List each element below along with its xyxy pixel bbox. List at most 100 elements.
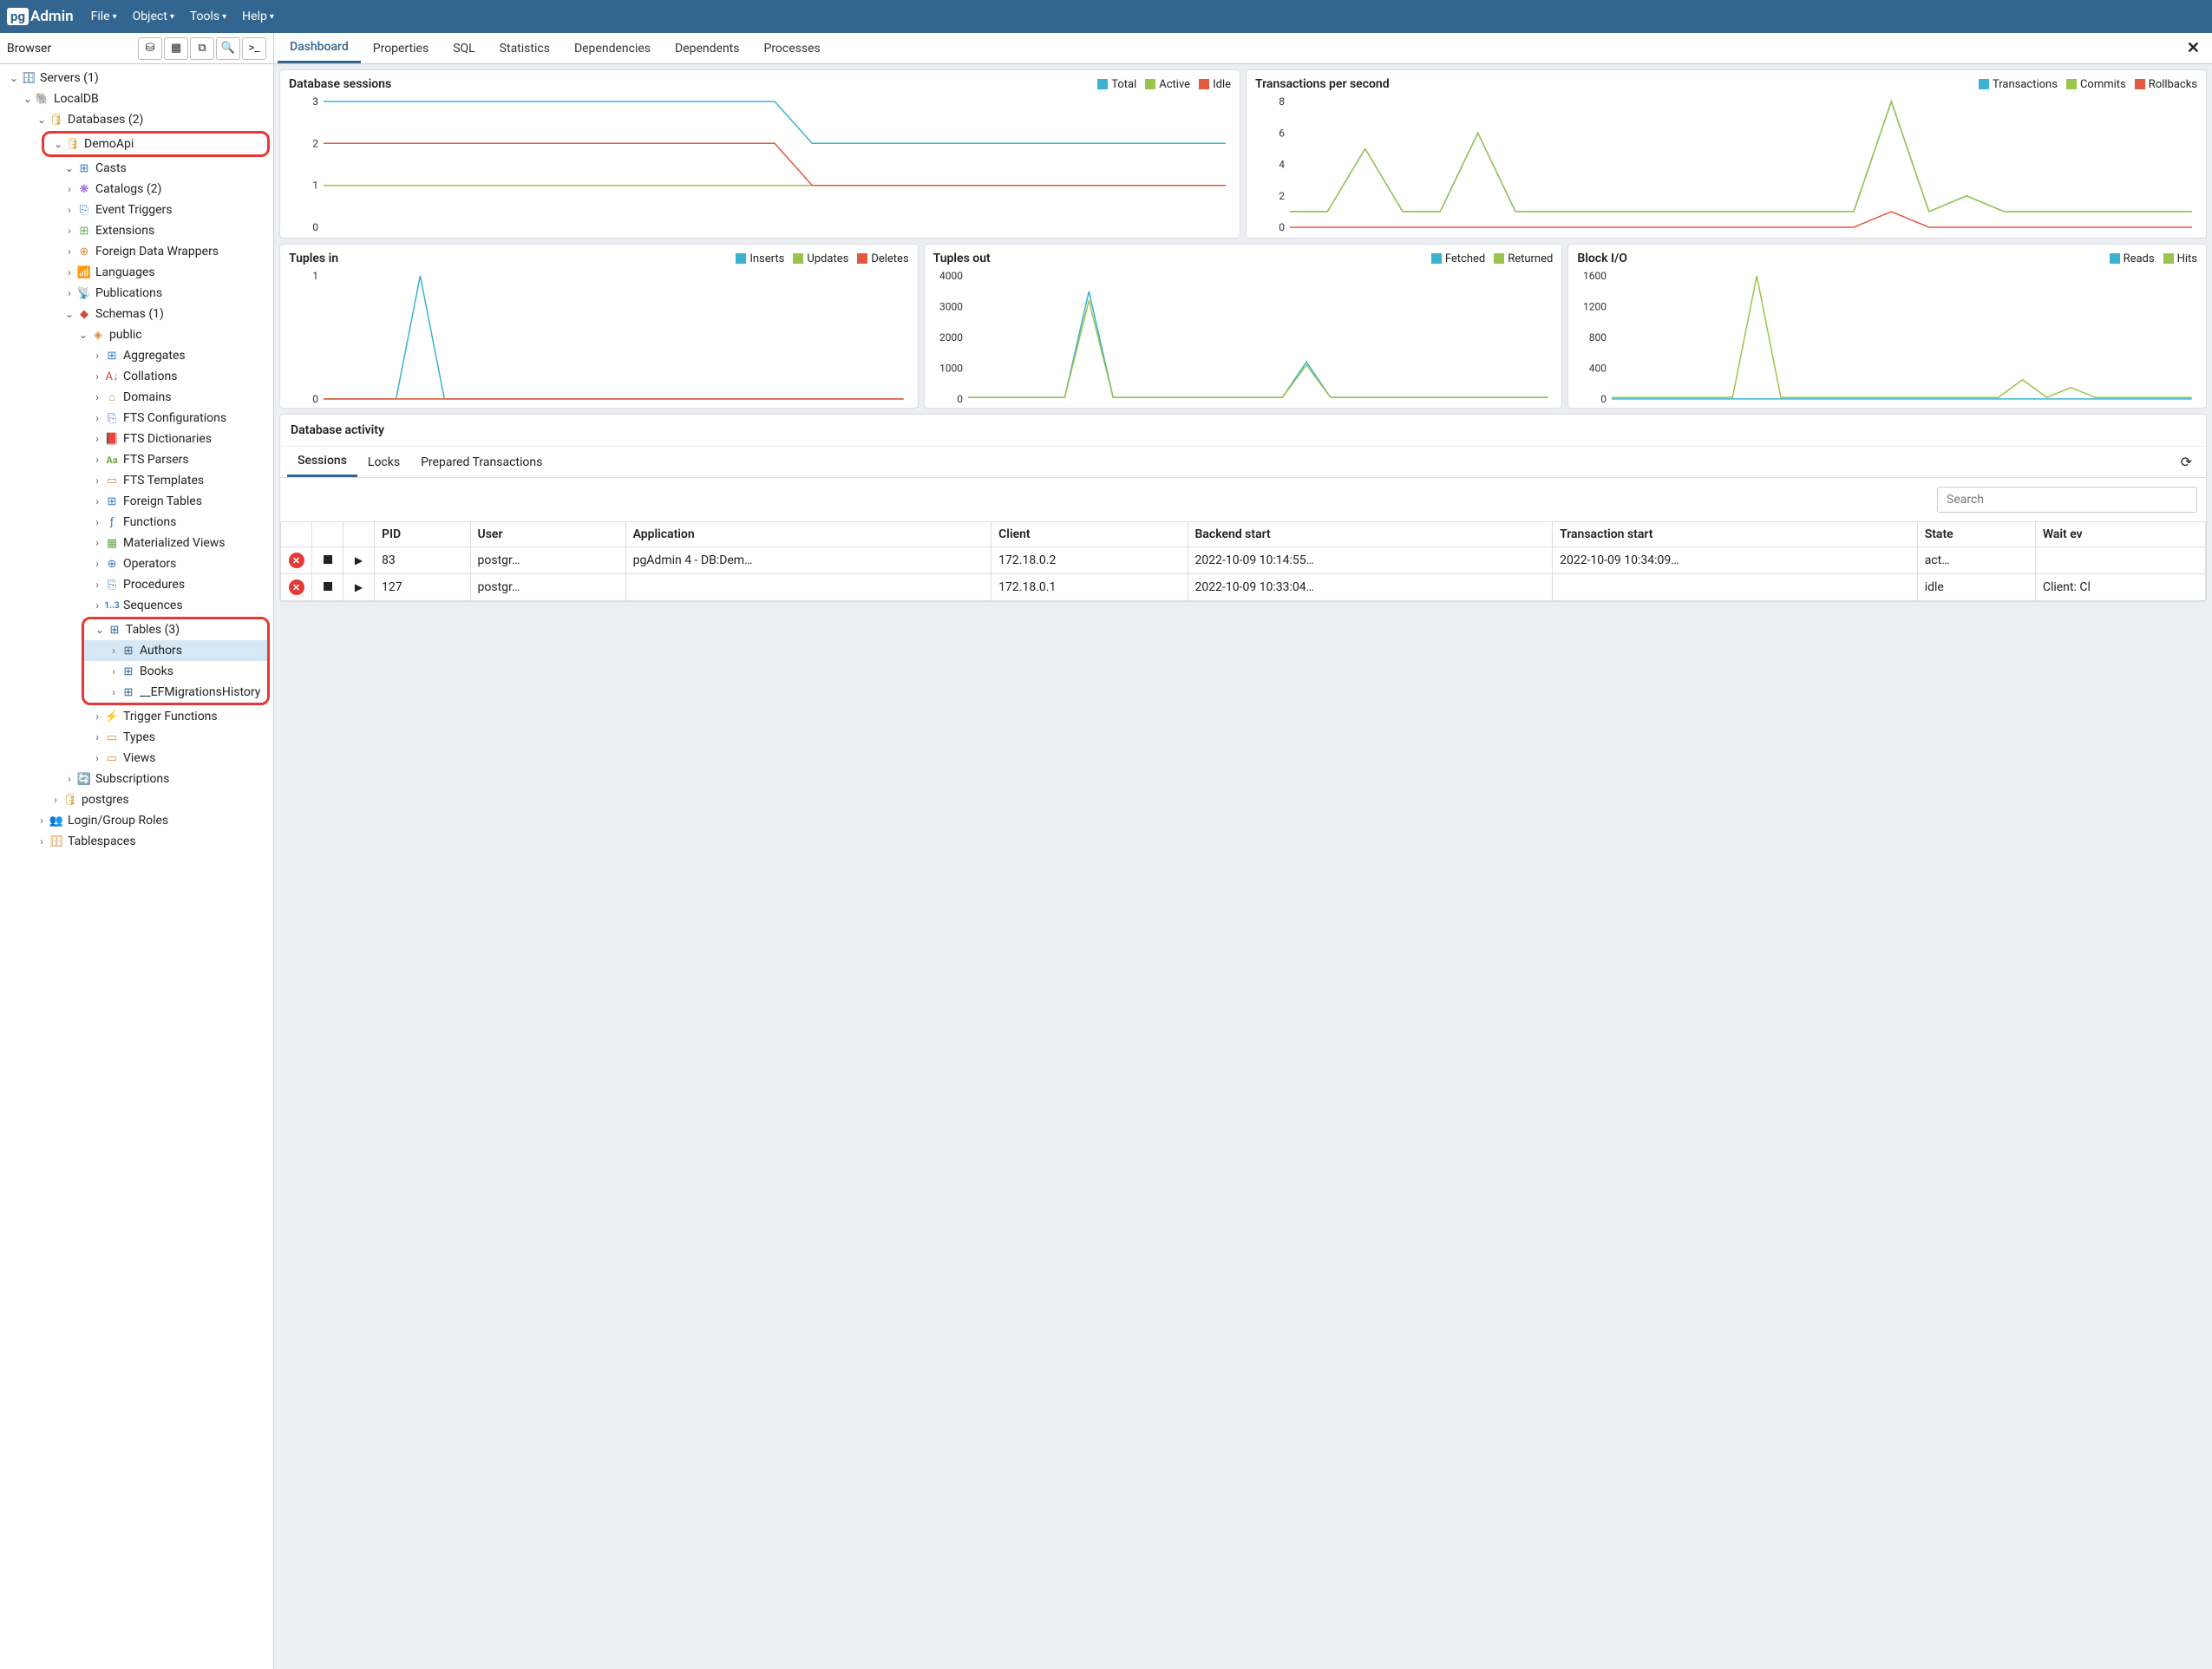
query-tool-button[interactable]: ⛁: [138, 37, 162, 60]
chart-title: Block I/O: [1577, 252, 1627, 265]
tree-catalogs[interactable]: ›❋Catalogs (2): [0, 179, 273, 200]
tablespaces-icon: 🗄: [49, 835, 64, 848]
tree-types[interactable]: ›▭Types: [0, 727, 273, 748]
tree-collations[interactable]: ›A↓Collations: [0, 366, 273, 387]
search-objects-button[interactable]: 🔍: [216, 37, 240, 60]
database-icon: 🛢: [62, 794, 78, 807]
menubar: pg Admin File▾ Object▾ Tools▾ Help▾: [0, 0, 2212, 33]
cell-state: idle: [1917, 574, 2035, 601]
tree-fts-parsers[interactable]: ›AaFTS Parsers: [0, 449, 273, 470]
tab-sql[interactable]: SQL: [441, 35, 487, 62]
svg-text:3: 3: [312, 95, 318, 108]
activity-tab-prepared[interactable]: Prepared Transactions: [410, 448, 553, 476]
tree-foreign-tables[interactable]: ›⊞Foreign Tables: [0, 491, 273, 512]
chart-sessions: Database sessions TotalActiveIdle 0123: [279, 69, 1240, 239]
tree-tables[interactable]: ⌄⊞Tables (3): [84, 619, 267, 640]
collations-icon: A↓: [104, 370, 120, 383]
tree-demoapi[interactable]: ⌄🛢DemoApi: [44, 134, 267, 154]
menu-object[interactable]: Object▾: [133, 10, 174, 23]
chart-tuples-in: Tuples in InsertsUpdatesDeletes 01: [279, 244, 919, 409]
menu-file[interactable]: File▾: [91, 10, 117, 23]
fts-dict-icon: 📕: [104, 433, 120, 446]
tree-extensions[interactable]: ›⊞Extensions: [0, 220, 273, 241]
col-wait[interactable]: Wait ev: [2035, 522, 2205, 547]
tab-properties[interactable]: Properties: [361, 35, 441, 62]
col-state[interactable]: State: [1917, 522, 2035, 547]
functions-icon: ƒ: [104, 516, 120, 529]
tree-event-triggers[interactable]: ›⎘Event Triggers: [0, 200, 273, 220]
activity-tab-sessions[interactable]: Sessions: [287, 447, 357, 477]
tab-dashboard[interactable]: Dashboard: [278, 33, 361, 63]
col-client[interactable]: Client: [991, 522, 1188, 547]
tree-functions[interactable]: ›ƒFunctions: [0, 512, 273, 533]
tree-aggregates[interactable]: ›⊞Aggregates: [0, 345, 273, 366]
col-app[interactable]: Application: [625, 522, 991, 547]
tab-dependents[interactable]: Dependents: [663, 35, 751, 62]
details-icon[interactable]: ▶: [355, 581, 363, 593]
legend-item: Returned: [1494, 252, 1553, 265]
col-txn[interactable]: Transaction start: [1553, 522, 1918, 547]
tree-domains[interactable]: ›⌂Domains: [0, 387, 273, 408]
tree-databases[interactable]: ⌄🛢Databases (2): [0, 109, 273, 130]
tree-mat-views[interactable]: ›▦Materialized Views: [0, 533, 273, 553]
menu-tools[interactable]: Tools▾: [190, 10, 226, 23]
menu-help[interactable]: Help▾: [242, 10, 274, 23]
server-icon: 🐘: [35, 93, 50, 106]
terminate-icon[interactable]: ✕: [289, 579, 304, 595]
cancel-icon[interactable]: [324, 555, 332, 564]
tree-table-ef[interactable]: ›⊞__EFMigrationsHistory: [84, 682, 267, 703]
logo: pg Admin: [7, 8, 74, 25]
tree-operators[interactable]: ›⊕Operators: [0, 553, 273, 574]
tab-processes[interactable]: Processes: [751, 35, 832, 62]
tree-table-authors[interactable]: ›⊞Authors: [84, 640, 267, 661]
logo-badge: pg: [7, 8, 29, 25]
details-icon[interactable]: ▶: [355, 554, 363, 566]
col-pid[interactable]: PID: [375, 522, 471, 547]
tree-fts-dict[interactable]: ›📕FTS Dictionaries: [0, 429, 273, 449]
sessions-table: PID User Application Client Backend star…: [280, 521, 2206, 601]
tree-fdw[interactable]: ›⊕Foreign Data Wrappers: [0, 241, 273, 262]
view-data-button[interactable]: ▦: [164, 37, 188, 60]
tree-trigger-fn[interactable]: ›⚡Trigger Functions: [0, 706, 273, 727]
cancel-icon[interactable]: [324, 582, 332, 591]
chart-title: Database sessions: [289, 77, 391, 91]
tree-tablespaces[interactable]: ›🗄Tablespaces: [0, 831, 273, 852]
filter-rows-button[interactable]: ⧉: [190, 37, 214, 60]
tree-procedures[interactable]: ›⎘Procedures: [0, 574, 273, 595]
tab-statistics[interactable]: Statistics: [488, 35, 562, 62]
col-user[interactable]: User: [470, 522, 625, 547]
close-panel-button[interactable]: ✕: [2178, 39, 2209, 57]
col-backend[interactable]: Backend start: [1188, 522, 1553, 547]
legend-item: Total: [1097, 78, 1136, 91]
terminate-icon[interactable]: ✕: [289, 553, 304, 568]
tree-languages[interactable]: ›📶Languages: [0, 262, 273, 283]
tree-fts-templates[interactable]: ›▭FTS Templates: [0, 470, 273, 491]
tree-publications[interactable]: ›📡Publications: [0, 283, 273, 304]
tree-views[interactable]: ›▭Views: [0, 748, 273, 769]
cell-state: act…: [1917, 547, 2035, 574]
activity-search-input[interactable]: [1937, 487, 2197, 513]
tree-postgres[interactable]: ›🛢postgres: [0, 789, 273, 810]
tree-casts[interactable]: ⌄⊞Casts: [0, 158, 273, 179]
tree-table-books[interactable]: ›⊞Books: [84, 661, 267, 682]
chart-legend: TransactionsCommitsRollbacks: [1979, 78, 2197, 91]
tree-public[interactable]: ⌄◈public: [0, 324, 273, 345]
refresh-button[interactable]: ⟳: [2174, 450, 2199, 474]
svg-text:0: 0: [312, 393, 318, 405]
session-row[interactable]: ✕ ▶ 127 postgr… 172.18.0.1 2022-10-09 10…: [281, 574, 2206, 601]
tree-subscriptions[interactable]: ›🔄Subscriptions: [0, 769, 273, 789]
chevron-down-icon: ▾: [270, 12, 274, 22]
svg-text:0: 0: [1279, 221, 1285, 233]
tree-login-roles[interactable]: ›👥Login/Group Roles: [0, 810, 273, 831]
psql-tool-button[interactable]: >_: [242, 37, 266, 60]
tree-fts-conf[interactable]: ›⎘FTS Configurations: [0, 408, 273, 429]
chart-block-io: Block I/O ReadsHits 040080012001600: [1567, 244, 2207, 409]
tree-schemas[interactable]: ⌄◆Schemas (1): [0, 304, 273, 324]
tree-servers[interactable]: ⌄🗄Servers (1): [0, 68, 273, 88]
chart-legend: InsertsUpdatesDeletes: [736, 252, 908, 265]
tree-sequences[interactable]: ›1..3Sequences: [0, 595, 273, 616]
activity-tab-locks[interactable]: Locks: [357, 448, 410, 476]
session-row[interactable]: ✕ ▶ 83 postgr… pgAdmin 4 - DB:Dem… 172.1…: [281, 547, 2206, 574]
tab-dependencies[interactable]: Dependencies: [562, 35, 663, 62]
tree-localdb[interactable]: ⌄🐘LocalDB: [0, 88, 273, 109]
